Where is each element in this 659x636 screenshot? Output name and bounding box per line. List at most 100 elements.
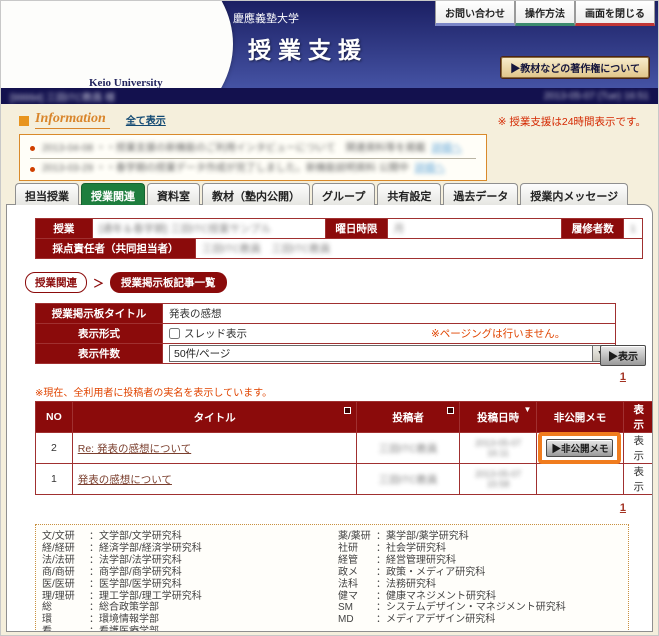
breadcrumb-class-related[interactable]: 授業関連 [25,272,87,293]
logged-in-user: [99994] 三田ITC教員 様 [10,89,115,104]
content-panel: 授業 [通年＆春学期] 三田ITC授業サンプル 曜日時限 月 履修者数 1 採点… [6,204,653,632]
grader-value: 三田ITC教員 三田ITC教員 [196,239,643,259]
col-memo: 非公開メモ [537,402,623,433]
post-title-link[interactable]: Re: 発表の感想について [78,443,191,455]
per-page-select[interactable]: 50件/ページ ▼ [169,345,609,362]
info-item-link[interactable]: 詳細へ [432,139,462,154]
display-count-cell: 50件/ページ ▼ [163,344,616,364]
copyright-button[interactable]: ▶教材などの著作権について [500,56,650,79]
col-datetime[interactable]: 投稿日時▼ [459,402,537,433]
grader-table: 採点責任者（共同担当者） 三田ITC教員 三田ITC教員 [35,238,643,259]
class-support-page: Keio University 1858 CALAMVS GLADIO FORT… [0,0,659,636]
glossary-right-column: 薬/薬研：薬学部/薬学研究科 社研：社会学研究科 経管：経営管理研究科 政メ：政… [338,531,566,632]
post-memo-cell: ▶非公開メモ [537,433,623,464]
board-title-value: 発表の感想 [163,304,616,324]
per-page-selected-value: 50件/ページ [170,346,592,361]
breadcrumb: 授業関連 ＞ 授業掲示板記事一覧 [25,272,644,293]
information-square-icon [19,116,29,126]
col-no: NO [36,402,73,433]
app-title: 授業支援 [248,31,368,65]
sort-desc-icon[interactable]: ▼ [524,405,532,414]
page-1-link[interactable]: 1 [620,502,626,514]
post-no: 1 [36,464,73,495]
post-row: 1 発表の感想について 三田ITC教員 2013-05-07 15:58 表示 [36,464,654,495]
university-name: 慶應義塾大学 [233,10,299,26]
breadcrumb-board-list: 授業掲示板記事一覧 [110,272,227,293]
board-settings: 授業掲示板タイトル 発表の感想 表示形式 スレッド表示 ※ページングは行いません… [35,303,644,364]
tab-document-room[interactable]: 資料室 [147,183,200,205]
display-format-label: 表示形式 [36,324,163,344]
class-value: [通年＆春学期] 三田ITC授業サンプル [92,219,325,239]
hours-note: ※ 授業支援は24時間表示です。 [498,114,646,129]
contact-button[interactable]: お問い合わせ [435,1,515,26]
info-item: 2013-03-29 ・・春学期の授業データ作成が完了しました。新機能説明資料 … [30,159,476,179]
post-datetime: 2013-05-07 16:11 [459,433,537,464]
breadcrumb-separator: ＞ [93,275,104,291]
top-nav: お問い合わせ 操作方法 画面を閉じる [435,1,655,26]
post-poster: 三田ITC教員 [357,433,459,464]
post-row: 2 Re: 発表の感想について 三田ITC教員 2013-05-07 16:11… [36,433,654,464]
post-title-cell: 発表の感想について [72,464,357,495]
paging-note: ※ページングは行いません。 [431,326,565,341]
page-1-link[interactable]: 1 [620,371,626,383]
information-section: Information 全て表示 ※ 授業支援は24時間表示です。 2013-0… [1,104,658,181]
students-value: 1 [624,219,643,239]
thread-view-label: スレッド表示 [184,326,247,341]
private-memo-button[interactable]: ▶非公開メモ [546,439,613,457]
posts-table: NO タイトル 投稿者 投稿日時▼ 非公開メモ 表示 2 Re: 発表の感想につ… [35,401,653,495]
col-view: 表示 [623,402,653,433]
post-title-cell: Re: 発表の感想について [72,433,357,464]
logo-university-name: Keio University [89,77,163,88]
keio-logo [1,1,233,88]
sort-icon[interactable] [447,407,454,414]
post-datetime: 2013-05-07 15:58 [459,464,537,495]
posts-header-row: NO タイトル 投稿者 投稿日時▼ 非公開メモ 表示 [36,402,654,433]
post-memo-cell [537,464,623,495]
app-header: Keio University 1858 CALAMVS GLADIO FORT… [1,1,658,88]
pagination-bottom: 1 [35,502,644,514]
display-format-value: スレッド表示 ※ページングは行いません。 [163,324,616,344]
day-period-value: 月 [387,219,562,239]
post-view[interactable]: 表示 [623,464,653,495]
students-label: 履修者数 [562,219,624,239]
info-item-text: 2013-03-29 ・・春学期の授業データ作成が完了しました。新機能説明資料 … [42,159,409,174]
col-poster[interactable]: 投稿者 [357,402,459,433]
info-item-link[interactable]: 詳細へ [415,159,445,174]
class-info-table: 授業 [通年＆春学期] 三田ITC授業サンプル 曜日時限 月 履修者数 1 [35,218,643,239]
day-period-label: 曜日時限 [326,219,388,239]
show-all-link[interactable]: 全て表示 [126,112,166,127]
user-bar: [99994] 三田ITC教員 様 2013-05-07 (Tue) 16:51 [1,88,658,104]
tab-class-messages[interactable]: 授業内メッセージ [520,183,628,205]
tab-materials[interactable]: 教材（塾内公開） [202,183,310,205]
information-box: 2013-04-08 ・・授業支援の新機能のご利用インタビューについて 関連資料… [19,134,487,181]
board-title-label: 授業掲示板タイトル [36,304,163,324]
faculty-glossary: 文/文研：文学部/文学研究科 経/経研：経済学部/経済学研究科 法/法研：法学部… [35,524,629,632]
tab-assigned-classes[interactable]: 担当授業 [15,183,79,205]
glossary-left-column: 文/文研：文学部/文学研究科 経/経研：経済学部/経済学研究科 法/法研：法学部… [42,531,338,632]
class-label: 授業 [36,219,93,239]
post-poster: 三田ITC教員 [357,464,459,495]
sort-icon[interactable] [344,407,351,414]
post-view[interactable]: 表示 [623,433,653,464]
grader-label: 採点責任者（共同担当者） [36,239,196,259]
thread-view-checkbox[interactable] [169,328,180,339]
highlight-annotation: ▶非公開メモ [538,432,621,464]
main-tab-bar: 担当授業 授業関連 資料室 教材（塾内公開） グループ 共有設定 過去データ 授… [15,183,658,205]
post-title-link[interactable]: 発表の感想について [78,474,172,486]
info-item: 2013-04-08 ・・授業支援の新機能のご利用インタビューについて 関連資料… [30,139,476,159]
tab-class-related[interactable]: 授業関連 [81,183,145,205]
tab-share-settings[interactable]: 共有設定 [377,183,441,205]
current-datetime: 2013-05-07 (Tue) 16:51 [544,91,649,102]
information-title: Information [35,111,110,129]
help-button[interactable]: 操作方法 [515,1,575,26]
close-screen-button[interactable]: 画面を閉じる [575,1,655,26]
post-no: 2 [36,433,73,464]
info-item-text: 2013-04-08 ・・授業支援の新機能のご利用インタビューについて 関連資料… [42,139,426,154]
show-button[interactable]: ▶表示 [600,345,646,366]
tab-group[interactable]: グループ [312,183,375,205]
display-count-label: 表示件数 [36,344,163,364]
bullet-icon [30,146,35,151]
tab-past-data[interactable]: 過去データ [443,183,518,205]
col-title[interactable]: タイトル [72,402,357,433]
real-name-note: ※現在、全利用者に投稿者の実名を表示しています。 [35,384,644,399]
